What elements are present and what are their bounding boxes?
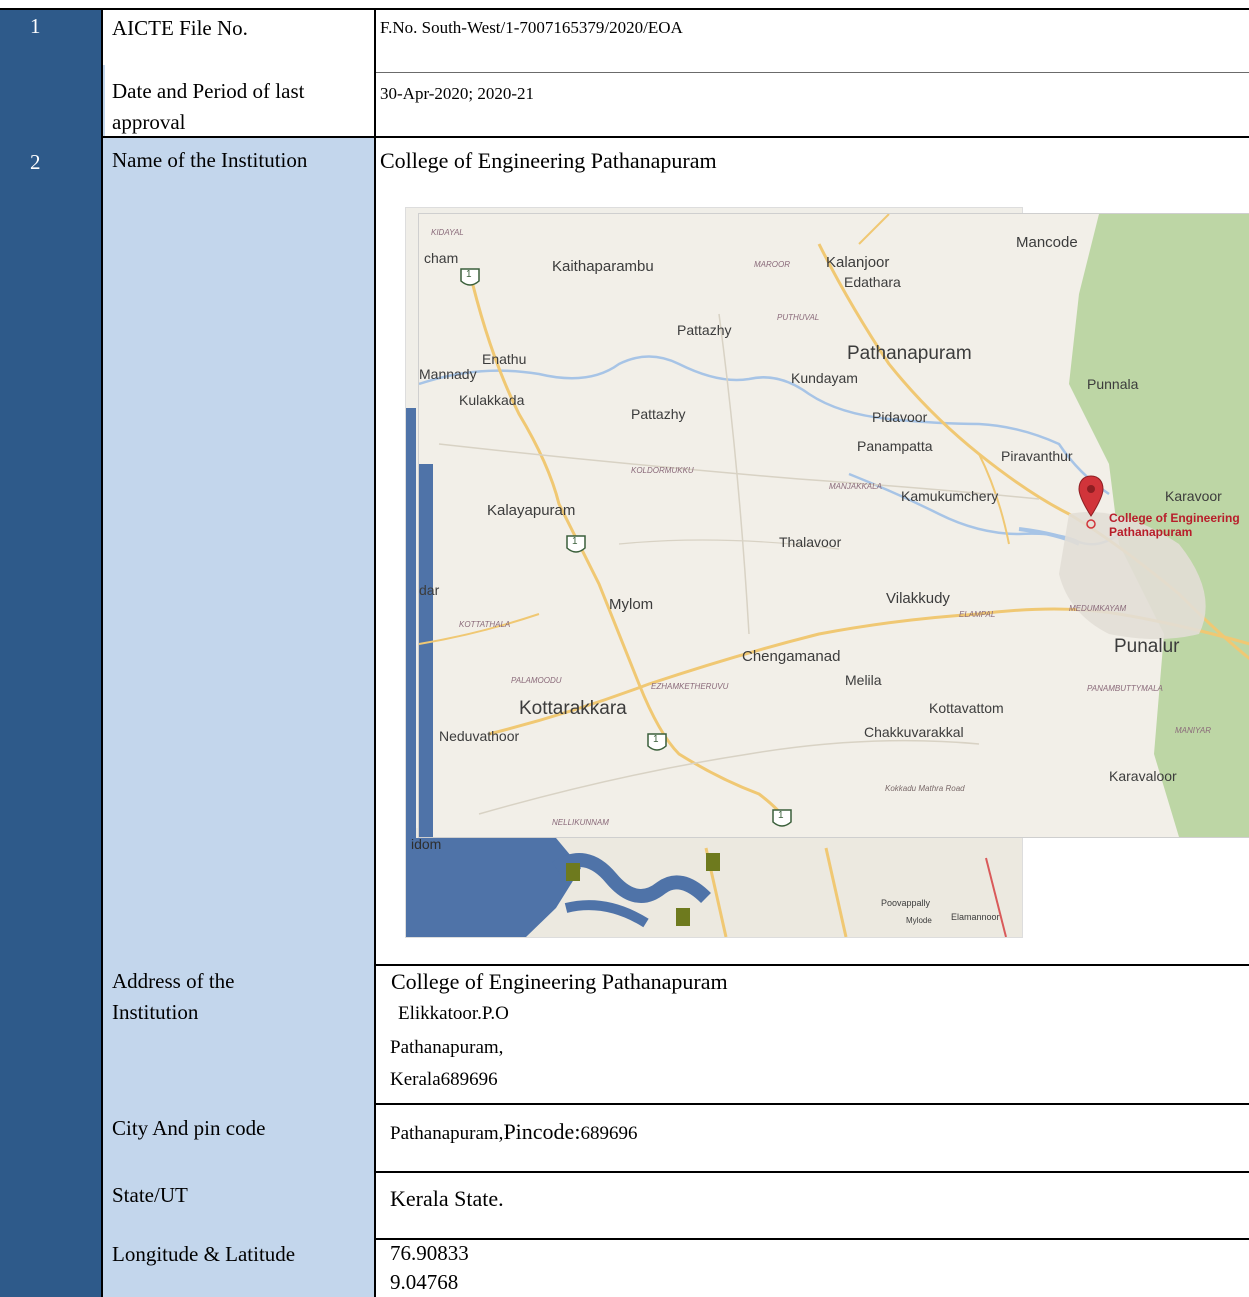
map-place-enathu: Enathu xyxy=(482,351,527,367)
latitude-value: 9.04768 xyxy=(390,1270,459,1294)
map-place-maroor: MAROOR xyxy=(754,260,790,269)
map-place-mylode: Mylode xyxy=(906,916,932,925)
last-approval-label: Date and Period of last approval xyxy=(112,79,305,134)
pincode-label: Pincode: xyxy=(503,1119,581,1144)
number-column xyxy=(0,9,101,1297)
file-number-value: F.No. South-West/1-7007165379/2020/EOA xyxy=(380,18,683,37)
map-place-karavoor: Karavoor xyxy=(1165,488,1222,504)
map-place-punnala: Punnala xyxy=(1087,376,1139,392)
map-place-neduvathoor: Neduvathoor xyxy=(439,728,520,744)
map-place-koldormukku: KOLDORMUKKU xyxy=(631,466,694,475)
map-place-nellikunnam: NELLIKUNNAM xyxy=(552,818,609,827)
map-place-pathanapuram: Pathanapuram xyxy=(847,343,972,364)
column-divider xyxy=(101,8,103,1297)
map-pin-label-line1: College of Engineering xyxy=(1109,511,1240,525)
pincode-value: 689696 xyxy=(580,1123,638,1144)
table-border-top xyxy=(0,8,1249,10)
map-place-vilakkudy: Vilakkudy xyxy=(886,590,950,607)
map-place-kaithaparambu: Kaithaparambu xyxy=(552,258,654,275)
address-line-1: College of Engineering Pathanapuram xyxy=(391,969,728,994)
map-place-pidavoor: Pidavoor xyxy=(872,409,928,425)
location-map: idom Poovappally Elamannoor Mylode 1 1 1… xyxy=(405,207,1249,938)
map-place-kamukumchery: Kamukumchery xyxy=(901,488,999,504)
map-place-karavaloor: Karavaloor xyxy=(1109,768,1177,784)
highway-number: 1 xyxy=(778,810,784,821)
map-place-punalur: Punalur xyxy=(1114,636,1180,657)
map-place-kalanjoor: Kalanjoor xyxy=(826,254,890,271)
map-place-kottarakkara: Kottarakkara xyxy=(519,698,627,719)
map-place-mancode: Mancode xyxy=(1016,234,1078,251)
map-road-label: Kokkadu Mathra Road xyxy=(885,784,965,793)
row-number: 1 xyxy=(30,14,41,38)
column-divider xyxy=(374,8,376,1297)
map-place-puthuval: PUTHUVAL xyxy=(777,313,820,322)
state-label: State/UT xyxy=(112,1183,188,1207)
map-place-mannady: Mannady xyxy=(419,366,477,382)
map-place-kulakkada: Kulakkada xyxy=(459,392,525,408)
map-place-kottavattom: Kottavattom xyxy=(929,700,1004,716)
highway-number: 1 xyxy=(466,269,472,280)
map-place-elampal: ELAMPAL xyxy=(959,610,996,619)
map-place-kalayapuram: Kalayapuram xyxy=(487,502,576,519)
institution-name-value: College of Engineering Pathanapuram xyxy=(380,148,717,173)
sea-strip xyxy=(419,464,433,837)
map-place-panampatta: Panampatta xyxy=(857,438,933,454)
longitude-value: 76.90833 xyxy=(390,1241,469,1265)
map-place-kidayal: KIDAYAL xyxy=(431,228,464,237)
map-place-idom: idom xyxy=(411,836,442,852)
address-line-2: Elikkatoor.P.O xyxy=(398,1003,509,1024)
map-place-pattazhy-north: Pattazhy xyxy=(677,322,732,338)
map-place-pattazhy: Pattazhy xyxy=(631,406,686,422)
institution-name-label: Name of the Institution xyxy=(112,148,308,172)
map-place-medumkayam: MEDUMKAYAM xyxy=(1069,604,1127,613)
address-label: Address of the Institution xyxy=(112,969,235,1024)
map-place-ezhamketheruvu: EZHAMKETHERUVU xyxy=(651,682,729,691)
highway-number: 1 xyxy=(653,734,659,745)
map-place-thalavoor: Thalavoor xyxy=(779,534,842,550)
map-place-cham: cham xyxy=(424,250,459,266)
map-place-dar: dar xyxy=(419,582,440,598)
address-line-3: Pathanapuram, xyxy=(390,1037,504,1058)
highway-number: 1 xyxy=(572,536,578,547)
map-place-manjakkala: MANJAKKALA xyxy=(829,482,882,491)
row-divider xyxy=(374,72,1249,73)
row-divider xyxy=(374,1238,1249,1240)
address-line-4: Kerala689696 xyxy=(390,1069,498,1090)
map-place-melila: Melila xyxy=(845,672,882,688)
map-place-kundayam: Kundayam xyxy=(791,370,858,386)
row-number: 2 xyxy=(30,150,41,174)
city-name: Pathanapuram, xyxy=(390,1123,504,1144)
map-place-edathara: Edathara xyxy=(844,274,901,290)
map-place-kottathala: KOTTATHALA xyxy=(459,620,511,629)
state-value: Kerala State. xyxy=(390,1186,504,1211)
map-place-elamanoor: Elamannoor xyxy=(951,912,1000,922)
map-pin-label-line2: Pathanapuram xyxy=(1109,525,1193,539)
map-main: 1 1 1 1 cham KIDAYAL Kaithaparambu MAROO… xyxy=(418,213,1249,838)
map-place-chengamanad: Chengamanad xyxy=(742,648,841,665)
lonlat-label: Longitude & Latitude xyxy=(112,1242,296,1266)
map-place-maniyar: MANIYAR xyxy=(1175,726,1212,735)
map-place-palamoodu: PALAMOODU xyxy=(511,676,562,685)
map-place-panambuttymala: PANAMBUTTYMALA xyxy=(1087,684,1163,693)
sea-edge xyxy=(406,408,416,838)
map-place-poovappally: Poovappally xyxy=(881,898,931,908)
label-column xyxy=(101,9,374,1297)
map-place-chakkuvarakkal: Chakkuvarakkal xyxy=(864,724,964,740)
row-divider xyxy=(374,1171,1249,1173)
file-number-label: AICTE File No. xyxy=(112,16,248,40)
last-approval-value: 30-Apr-2020; 2020-21 xyxy=(380,84,535,103)
city-pin-value: Pathanapuram,Pincode:689696 xyxy=(390,1119,637,1145)
row-divider xyxy=(374,1103,1249,1105)
map-place-mylom: Mylom xyxy=(609,596,654,613)
city-pin-label: City And pin code xyxy=(112,1116,266,1140)
map-place-piravanthur: Piravanthur xyxy=(1001,448,1073,464)
